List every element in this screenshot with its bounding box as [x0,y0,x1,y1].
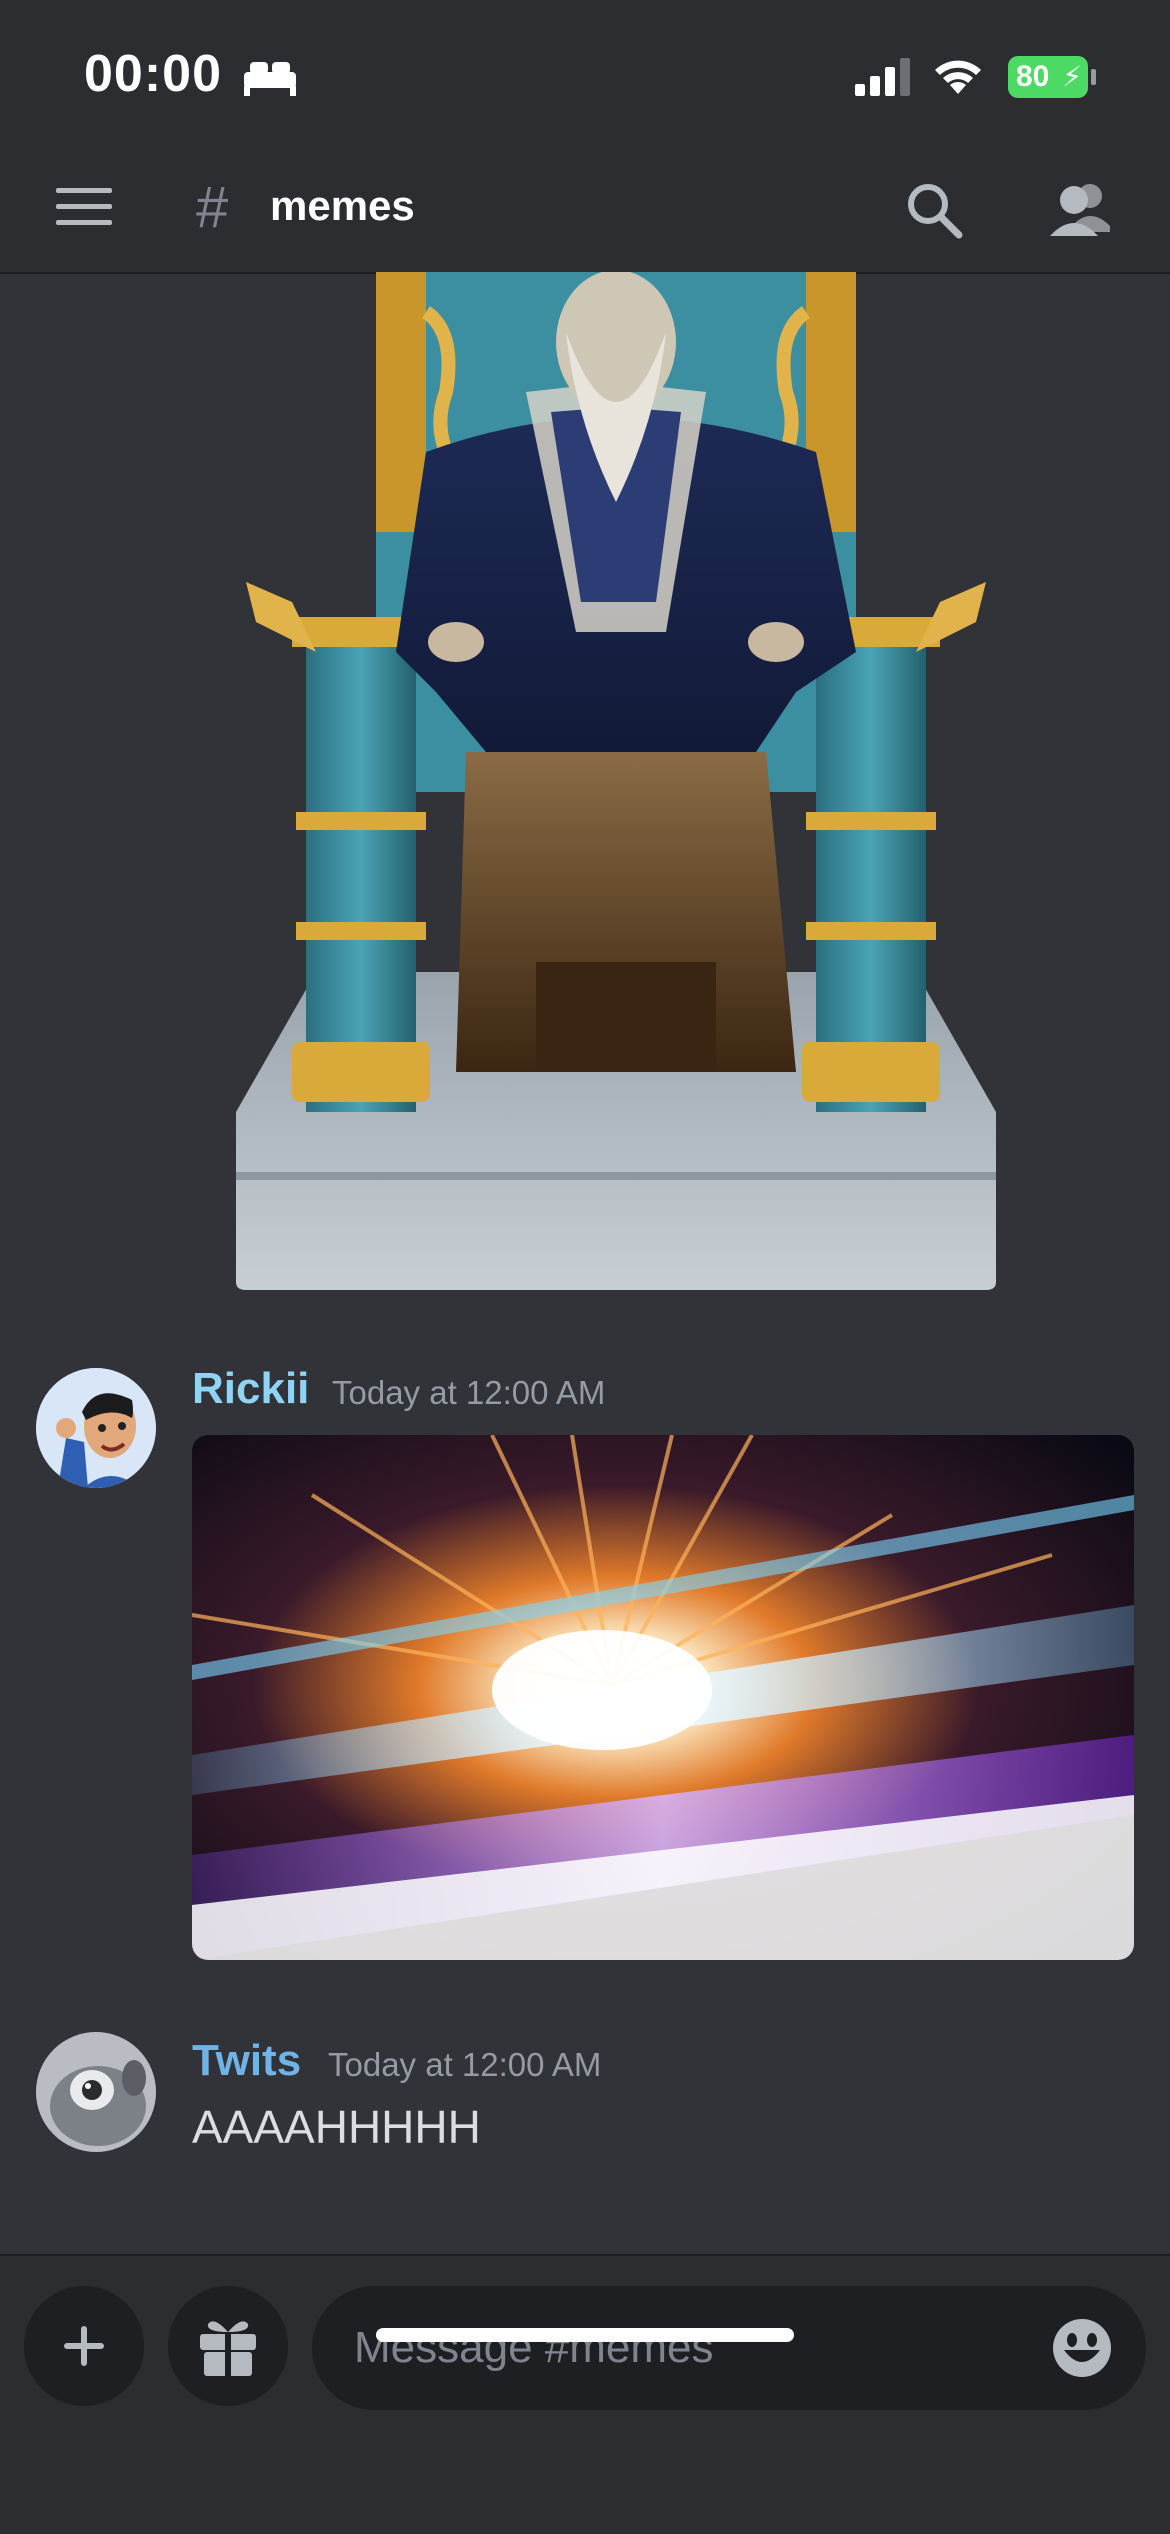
gift-icon [200,2321,256,2376]
message-author[interactable]: Rickii [192,1364,309,1414]
hamburger-menu-icon[interactable] [56,186,112,226]
plus-icon [64,2326,104,2366]
message-composer [0,2254,1170,2534]
robot-avatar-icon [36,2032,156,2152]
status-bar: 00:00 80 ⚡ [0,0,1170,140]
emoji-icon[interactable] [1052,2318,1112,2378]
message-input[interactable] [312,2286,1146,2410]
message-author[interactable]: Twits [192,2036,301,2086]
throne-wizard-image[interactable] [196,272,1040,1290]
message-timestamp: Today at 12:00 AM [328,2046,602,2083]
message-text: AAAAHHHHH [192,2101,481,2153]
channel-name[interactable]: memes [270,182,415,230]
home-indicator[interactable] [376,2328,794,2342]
avatar[interactable] [36,2032,156,2152]
gift-button[interactable] [168,2286,288,2406]
message-timestamp: Today at 12:00 AM [332,1374,606,1411]
light-burst-illustration [192,1435,1134,1960]
throne-wizard-illustration [236,272,996,1290]
cellular-signal-icon [855,58,910,96]
sleep-focus-icon [244,62,296,96]
battery-level: 80 [1016,60,1050,93]
add-attachment-button[interactable] [24,2286,144,2406]
status-time: 00:00 [84,45,222,103]
charging-bolt-icon: ⚡ [1062,61,1082,92]
channel-hash-icon: # [196,175,229,240]
memoji-avatar-icon [36,1368,156,1488]
avatar[interactable] [36,1368,156,1488]
explosion-gif-image[interactable] [192,1435,1134,1960]
search-icon[interactable] [904,180,964,240]
battery-indicator: 80 ⚡ [1008,56,1096,98]
channel-header: # memes [0,140,1170,274]
wifi-icon [935,60,981,94]
members-icon[interactable] [1046,180,1114,240]
